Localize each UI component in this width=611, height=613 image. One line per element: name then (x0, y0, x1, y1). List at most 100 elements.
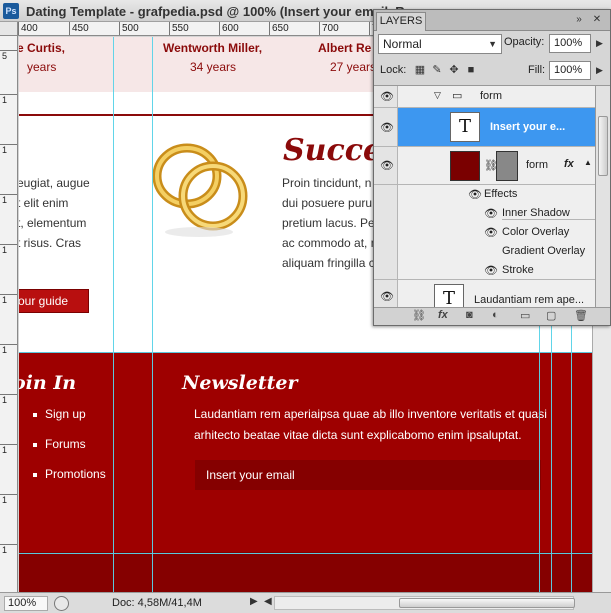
new-group-icon[interactable]: ▭ (520, 309, 530, 322)
add-mask-icon[interactable]: ◙ (466, 309, 473, 321)
lock-all-icon[interactable]: ■ (465, 64, 477, 76)
layer-name: form (480, 90, 502, 102)
layers-list: 👁 ▽ ▭ form 👁 T Insert your e... 👁 ⛓ form… (374, 85, 595, 307)
ruler-label: 450 (72, 23, 89, 34)
blend-mode-select[interactable]: Normal ▼ (378, 34, 502, 54)
scrollbar-thumb[interactable] (399, 598, 575, 608)
text-layer-thumbnail: T (450, 112, 480, 142)
guide-line[interactable] (152, 37, 153, 592)
join-in-heading: oin In (19, 372, 77, 394)
tab-layers[interactable]: LAYERS (376, 12, 426, 31)
opacity-label: Opacity: (504, 36, 545, 48)
layer-row-group-form[interactable]: 👁 ▽ ▭ form (374, 86, 595, 108)
bullet-icon (33, 472, 37, 477)
add-style-icon[interactable]: fx (438, 309, 448, 321)
close-icon[interactable]: ✕ (590, 14, 604, 26)
scrollbar-thumb[interactable] (598, 116, 608, 176)
our-guide-button[interactable]: our guide (19, 289, 89, 313)
collapse-icon[interactable]: » (572, 14, 586, 26)
effect-row-inner-shadow[interactable]: 👁 Inner Shadow (374, 204, 595, 223)
effect-row-color-overlay[interactable]: 👁 Color Overlay (374, 223, 595, 242)
lock-label: Lock: (380, 64, 407, 76)
effect-row-gradient-overlay[interactable]: Gradient Overlay (374, 242, 595, 261)
ruler-label: 700 (322, 23, 339, 34)
newsletter-text: arhitecto beatae vitae dicta sunt explic… (194, 428, 522, 442)
lock-transparent-icon[interactable]: ▦ (414, 64, 426, 76)
effects-row[interactable]: 👁 Effects (374, 185, 595, 204)
ruler-label: 1 (2, 195, 8, 205)
ruler-label: 500 (122, 23, 139, 34)
eye-icon[interactable]: 👁 (484, 226, 498, 239)
effect-name: Inner Shadow (502, 207, 595, 220)
vertical-ruler[interactable]: 5 1 1 1 1 1 1 1 1 1 1 (0, 36, 18, 592)
layer-row-insert-email[interactable]: 👁 T Insert your e... (374, 108, 595, 147)
zoom-field[interactable]: 100% (4, 596, 48, 611)
layer-row-form-shape[interactable]: 👁 ⛓ form fx ▲ (374, 147, 595, 185)
folder-icon: ▭ (452, 90, 463, 102)
newsletter-text: Laudantiam rem aperiaipsa quae ab illo i… (194, 407, 547, 421)
layer-thumbnail (450, 151, 480, 181)
guide-line[interactable] (19, 553, 592, 554)
collapse-triangle-icon[interactable]: ▲ (584, 158, 592, 167)
lock-move-icon[interactable]: ✥ (448, 64, 460, 76)
guide-line[interactable] (19, 352, 592, 353)
eye-icon[interactable]: 👁 (380, 290, 394, 303)
bullet-icon (33, 412, 37, 417)
effect-row-stroke[interactable]: 👁 Stroke (374, 261, 595, 280)
menu-item-promotions[interactable]: Promotions (33, 467, 106, 481)
text-layer-thumbnail: T (434, 284, 464, 307)
person-name: Wentworth Miller, (163, 41, 263, 55)
paragraph-line: dui posuere puru (282, 196, 373, 210)
layer-row-laudantiam[interactable]: 👁 T Laudantiam rem ape... (374, 280, 595, 307)
opacity-arrow-icon[interactable]: ▶ (596, 38, 603, 49)
menu-item-label: Promotions (45, 467, 106, 481)
layers-footer: ⛓ fx ◙ ◐ ▭ ▢ 🗑 (374, 307, 610, 325)
effect-name: Color Overlay (502, 226, 570, 238)
effects-label: Effects (484, 188, 518, 200)
menu-item-sign-up[interactable]: Sign up (33, 407, 86, 421)
photoshop-icon: Ps (3, 3, 19, 19)
eye-icon[interactable]: 👁 (380, 90, 394, 103)
fx-icon[interactable]: fx (564, 158, 574, 170)
paragraph-line: t, elementum (19, 216, 87, 230)
opacity-field[interactable]: 100% (549, 34, 591, 53)
layers-scrollbar[interactable] (595, 85, 610, 307)
ruler-label: 600 (222, 23, 239, 34)
person-age: 27 years (330, 60, 377, 74)
eye-icon[interactable]: 👁 (380, 121, 394, 134)
guide-line[interactable] (113, 37, 114, 592)
vector-mask-thumbnail (496, 151, 518, 181)
wedding-rings-image (152, 143, 248, 237)
paragraph-line: ac commodo at, n (282, 236, 378, 250)
ruler-label: 1 (2, 495, 8, 505)
eye-icon[interactable]: 👁 (380, 159, 394, 172)
ruler-origin[interactable] (0, 22, 18, 36)
canvas-horizontal-scrollbar[interactable] (274, 596, 575, 610)
adjustment-layer-icon[interactable]: ◐ (492, 309, 499, 321)
eye-icon[interactable]: 👁 (468, 188, 482, 201)
ruler-label: 1 (2, 245, 8, 255)
lock-brush-icon[interactable]: ✎ (431, 64, 443, 76)
ruler-label: 1 (2, 95, 8, 105)
email-input[interactable]: Insert your email (195, 460, 541, 490)
menu-item-forums[interactable]: Forums (33, 437, 86, 451)
fill-arrow-icon[interactable]: ▶ (596, 65, 603, 76)
bullet-icon (33, 442, 37, 447)
trash-icon[interactable]: 🗑 (574, 309, 588, 322)
expand-triangle-icon[interactable]: ▽ (434, 90, 441, 101)
status-menu-icon[interactable] (54, 596, 69, 611)
person-name: e Curtis, (19, 41, 66, 55)
person-age: years (27, 60, 57, 74)
paragraph-line: eugiat, augue (19, 176, 90, 190)
layers-panel: LAYERS » ✕ Normal ▼ Opacity: 100% ▶ Lock… (373, 9, 611, 326)
link-layers-icon[interactable]: ⛓ (412, 309, 426, 322)
ruler-label: 650 (272, 23, 289, 34)
layer-name: form (526, 159, 548, 171)
eye-icon[interactable]: 👁 (484, 207, 498, 220)
status-arrow-icon[interactable]: ▶ (250, 596, 258, 607)
new-layer-icon[interactable]: ▢ (546, 309, 556, 322)
blend-mode-value: Normal (383, 37, 422, 51)
eye-icon[interactable]: 👁 (484, 264, 498, 277)
fill-field[interactable]: 100% (549, 61, 591, 80)
scroll-left-icon[interactable]: ◀ (264, 596, 272, 607)
